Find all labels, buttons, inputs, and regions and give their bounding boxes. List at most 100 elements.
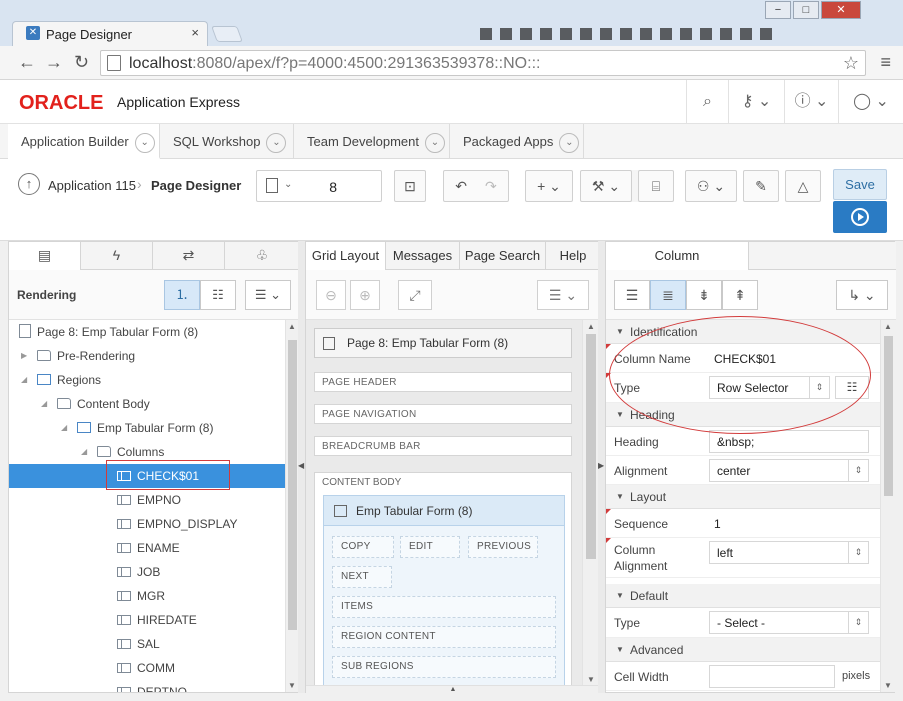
tab-shared-components[interactable]: ♧ xyxy=(225,242,299,270)
restore-button[interactable]: □ xyxy=(793,1,819,19)
edit-slot[interactable]: EDIT xyxy=(400,536,460,558)
zoom-out-icon[interactable]: ⊖ xyxy=(316,280,346,310)
page-header-slot[interactable]: PAGE HEADER xyxy=(314,372,572,392)
tree-item-column[interactable]: HIREDATE xyxy=(9,608,285,632)
tree-item-emp-tabular-form[interactable]: ◢ Emp Tabular Form (8) xyxy=(9,416,285,440)
sequence-value[interactable]: 1 xyxy=(714,517,721,531)
expand-up-icon[interactable]: ▲ xyxy=(450,686,457,693)
tab-processing[interactable]: ⇄ xyxy=(153,242,225,270)
tree-item-page[interactable]: Page 8: Emp Tabular Form (8) xyxy=(9,320,285,344)
copy-slot[interactable]: COPY xyxy=(332,536,394,558)
reload-icon[interactable]: ↻ xyxy=(74,52,89,73)
scroll-up-icon[interactable]: ▲ xyxy=(884,322,892,331)
tree-menu-button[interactable]: ☰ ⌄ xyxy=(245,280,291,310)
collapse-right-icon[interactable]: ▶ xyxy=(598,461,604,470)
collapse-arrow-icon[interactable]: ◢ xyxy=(41,392,47,416)
group-layout[interactable]: Layout xyxy=(606,485,880,509)
tab-grid-layout[interactable]: Grid Layout xyxy=(306,242,386,271)
shared-components-icon[interactable]: ⌸ xyxy=(638,170,674,202)
group-heading[interactable]: Heading xyxy=(606,403,880,427)
scrollbar-thumb[interactable] xyxy=(288,340,297,630)
scroll-up-icon[interactable]: ▲ xyxy=(288,322,296,331)
emp-tabular-form-region[interactable]: Emp Tabular Form (8) COPY EDIT PREVIOUS … xyxy=(323,495,565,686)
chevron-down-icon[interactable]: ⌄ xyxy=(134,132,155,153)
tree-item-column[interactable]: MGR xyxy=(9,584,285,608)
utilities-wrench-icon[interactable]: ⚒ ⌄ xyxy=(580,170,632,202)
tree-item-column[interactable]: EMPNO xyxy=(9,488,285,512)
tree-item-pre-rendering[interactable]: ▶ Pre-Rendering xyxy=(9,344,285,368)
region-header[interactable]: Emp Tabular Form (8) xyxy=(324,496,564,526)
user-menu-icon[interactable]: ◯ ⌄ xyxy=(838,80,903,124)
page-number-input[interactable]: 8 xyxy=(291,179,337,195)
tab-team-development[interactable]: Team Development ⌄ xyxy=(294,124,450,159)
back-arrow-icon[interactable]: ← xyxy=(18,52,36,73)
breadcrumb-application[interactable]: Application 115 xyxy=(48,178,136,193)
breadcrumb-bar-slot[interactable]: BREADCRUMB BAR xyxy=(314,436,572,456)
run-page-button[interactable] xyxy=(833,201,887,233)
shapes-icon[interactable]: △ xyxy=(785,170,821,202)
close-window-button[interactable]: ✕ xyxy=(821,1,861,19)
lock-icon[interactable]: ⊡ xyxy=(394,170,426,202)
group-default[interactable]: Default xyxy=(606,584,880,608)
create-menu-icon[interactable]: + ⌄ xyxy=(525,170,573,202)
group-by-processing-order-button[interactable]: ☷ xyxy=(200,280,236,310)
zoom-in-icon[interactable]: ⊕ xyxy=(350,280,380,310)
tab-messages[interactable]: Messages xyxy=(386,242,460,270)
collapse-left-icon[interactable]: ◀ xyxy=(298,461,304,470)
tree-item-column[interactable]: SAL xyxy=(9,632,285,656)
expand-all-icon[interactable]: ⇞ xyxy=(722,280,758,310)
default-type-select[interactable]: - Select - ⇕ xyxy=(709,611,869,634)
tab-help[interactable]: Help xyxy=(546,242,600,270)
items-slot[interactable]: ITEMS xyxy=(332,596,556,618)
page-info-icon[interactable] xyxy=(107,55,121,71)
tree-item-column[interactable]: DEPTNO xyxy=(9,680,285,692)
page-selector[interactable]: ⌄ 8 Go xyxy=(256,170,639,202)
tree-item-column[interactable]: JOB xyxy=(9,560,285,584)
team-menu-icon[interactable]: ⚇ ⌄ xyxy=(685,170,737,202)
tree-item-column[interactable]: EMPNO_DISPLAY xyxy=(9,512,285,536)
group-by-component-button[interactable]: ⒈ xyxy=(164,280,200,310)
bookmark-star-icon[interactable]: ☆ xyxy=(843,53,859,74)
show-all-icon[interactable]: ≣ xyxy=(650,280,686,310)
page-navigation-slot[interactable]: PAGE NAVIGATION xyxy=(314,404,572,424)
column-alignment-select[interactable]: left ⇕ xyxy=(709,541,869,564)
tab-sql-workshop[interactable]: SQL Workshop ⌄ xyxy=(160,124,294,159)
tab-page-search[interactable]: Page Search xyxy=(460,242,546,270)
minimize-button[interactable]: − xyxy=(765,1,791,19)
page-region[interactable]: Page 8: Emp Tabular Form (8) xyxy=(314,328,572,358)
scrollbar-thumb[interactable] xyxy=(586,334,596,559)
search-icon[interactable]: ⌕ xyxy=(686,80,728,124)
collapse-arrow-icon[interactable]: ◢ xyxy=(61,416,67,440)
layout-menu-button[interactable]: ☰ ⌄ xyxy=(537,280,589,310)
tree-item-content-body[interactable]: ◢ Content Body xyxy=(9,392,285,416)
tab-column[interactable]: Column xyxy=(606,242,749,271)
content-body-slot[interactable]: CONTENT BODY Emp Tabular Form (8) COPY E… xyxy=(314,472,572,686)
scroll-up-icon[interactable]: ▲ xyxy=(587,322,595,331)
tab-rendering[interactable]: ▤ xyxy=(9,242,81,271)
group-advanced[interactable]: Advanced xyxy=(606,638,880,662)
scroll-down-icon[interactable]: ▼ xyxy=(587,675,595,684)
left-splitter[interactable]: ◀ xyxy=(298,241,305,693)
layout-scrollbar[interactable]: ▲ ▼ xyxy=(582,320,598,686)
chevron-down-icon[interactable]: ⌄ xyxy=(559,132,580,153)
sub-regions-slot[interactable]: SUB REGIONS xyxy=(332,656,556,678)
collapse-all-icon[interactable]: ⇟ xyxy=(686,280,722,310)
group-identification[interactable]: Identification xyxy=(606,320,880,344)
new-tab-button[interactable] xyxy=(211,26,243,42)
expand-icon[interactable]: ⤢ xyxy=(398,280,432,310)
scroll-down-icon[interactable]: ▼ xyxy=(288,681,296,690)
tab-application-builder[interactable]: Application Builder ⌄ xyxy=(8,124,160,159)
comment-icon[interactable]: ✎ xyxy=(743,170,779,202)
up-arrow-icon[interactable]: ↑ xyxy=(18,173,40,195)
help-menu-icon[interactable]: ⓘ ⌄ xyxy=(784,80,838,124)
url-input[interactable]: localhost:8080/apex/f?p=4000:4500:291363… xyxy=(100,50,866,76)
collapse-arrow-icon[interactable]: ◢ xyxy=(21,368,27,392)
previous-slot[interactable]: PREVIOUS xyxy=(468,536,538,558)
next-slot[interactable]: NEXT xyxy=(332,566,392,588)
tab-packaged-apps[interactable]: Packaged Apps ⌄ xyxy=(450,124,584,159)
tree-item-column[interactable]: ENAME xyxy=(9,536,285,560)
cell-width-input[interactable] xyxy=(709,665,835,688)
show-common-icon[interactable]: ☰ xyxy=(614,280,650,310)
alignment-select[interactable]: center ⇕ xyxy=(709,459,869,482)
region-content-slot[interactable]: REGION CONTENT xyxy=(332,626,556,648)
